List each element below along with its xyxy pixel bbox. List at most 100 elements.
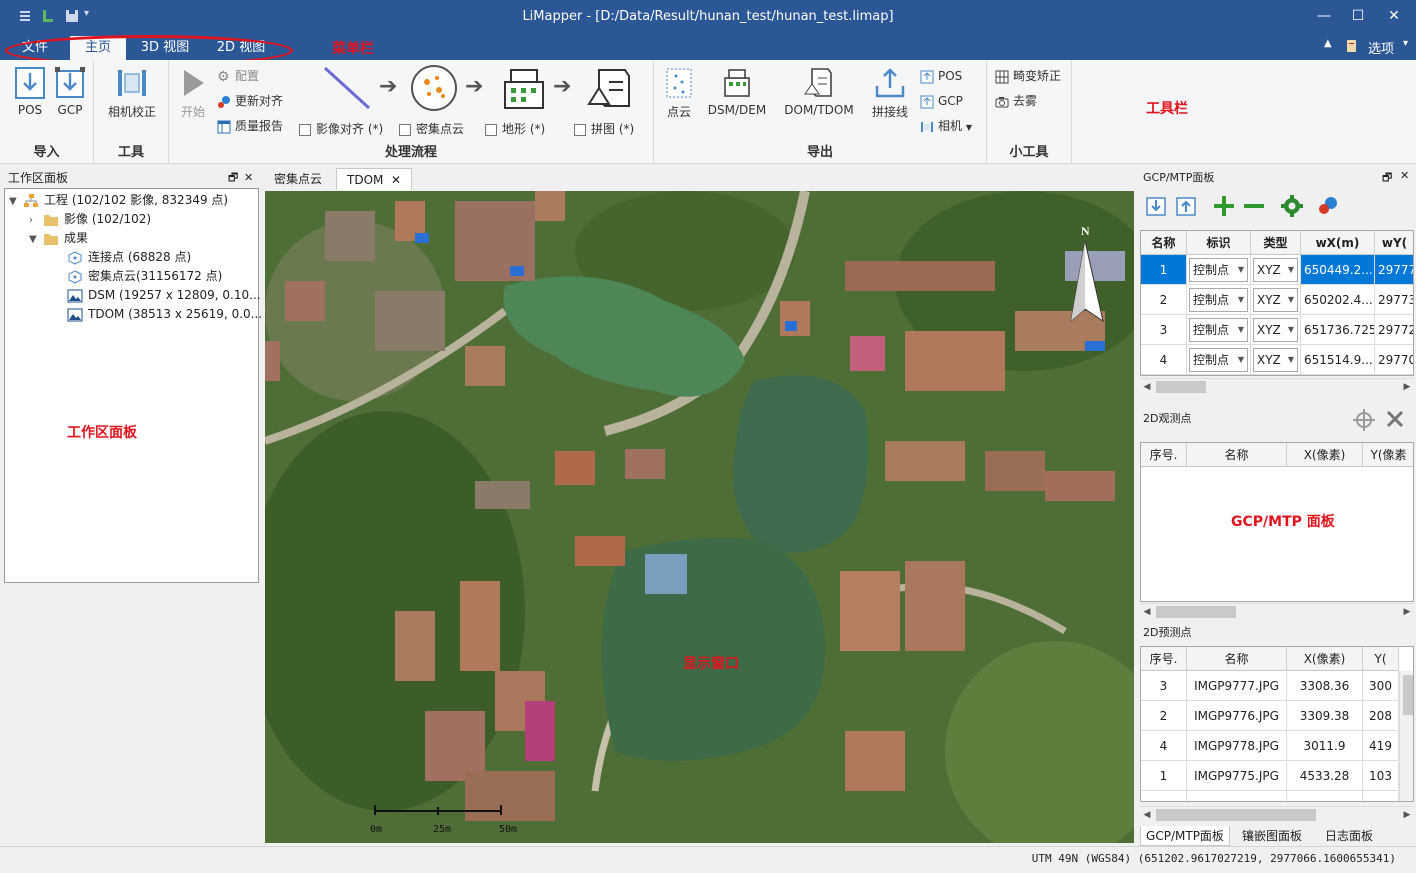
expand-icon[interactable]: › [29, 211, 39, 230]
col-y[interactable]: Y( [1363, 647, 1399, 671]
menu-tab-file[interactable]: 文件 [12, 36, 58, 60]
scroll-thumb[interactable] [1156, 809, 1316, 821]
scroll-left-icon[interactable]: ◀ [1140, 807, 1154, 823]
scroll-thumb[interactable] [1403, 675, 1413, 715]
menu-tab-3d-view[interactable]: 3D 视图 [134, 36, 196, 60]
col-mark[interactable]: 标识 [1187, 231, 1251, 255]
delete-observation-icon[interactable] [1384, 408, 1406, 430]
tab-dense-cloud[interactable]: 密集点云 [264, 168, 332, 190]
step-mosaic-checkbox[interactable]: 拼图 (*) [574, 120, 634, 138]
pred-table-scrollbar[interactable]: ◀ ▶ [1140, 806, 1414, 822]
float-panel-icon[interactable]: 🗗 [1382, 169, 1392, 188]
remove-icon[interactable] [1242, 194, 1266, 218]
link-points-icon[interactable] [1316, 194, 1340, 218]
bottom-tab-mosaic[interactable]: 镶嵌图面板 [1232, 826, 1312, 846]
tree-item-results[interactable]: ▼ 成果 [29, 229, 88, 248]
import-points-icon[interactable] [1144, 194, 1168, 218]
scroll-right-icon[interactable]: ▶ [1400, 379, 1414, 395]
options-dropdown-icon[interactable]: ▾ [1403, 38, 1408, 49]
import-gcp-button[interactable]: GCP [52, 66, 88, 117]
export-seamline-button[interactable]: 拼接线 [868, 66, 912, 120]
scroll-thumb[interactable] [1156, 381, 1206, 393]
export-camera-button[interactable]: 相机 ▼ [920, 117, 972, 135]
tree-item-images[interactable]: › 影像 (102/102) [29, 210, 151, 229]
col-index[interactable]: 序号. [1141, 443, 1187, 467]
collapse-ribbon-icon[interactable]: ▲ [1324, 38, 1332, 49]
type-dropdown[interactable]: XYZ ▼ [1253, 288, 1298, 312]
col-type[interactable]: 类型 [1251, 231, 1301, 255]
export-point-cloud-button[interactable]: 点云 [662, 66, 696, 120]
close-panel-icon[interactable]: ✕ [244, 168, 253, 188]
dehaze-button[interactable]: 去雾 [995, 92, 1037, 110]
mark-dropdown[interactable]: 控制点 ▼ [1189, 318, 1248, 342]
col-wy[interactable]: wY( [1375, 231, 1413, 255]
col-wx[interactable]: wX(m) [1301, 231, 1375, 255]
export-pos-icon [920, 70, 934, 83]
scroll-thumb[interactable] [1156, 606, 1236, 618]
scroll-left-icon[interactable]: ◀ [1140, 604, 1154, 620]
step-image-align-checkbox[interactable]: 影像对齐 (*) [299, 120, 383, 138]
settings-gear-icon[interactable] [1280, 194, 1304, 218]
options-label[interactable]: 选项 [1368, 38, 1394, 57]
type-dropdown[interactable]: XYZ ▼ [1253, 348, 1298, 372]
crosshair-icon[interactable] [1352, 408, 1376, 432]
bottom-tab-gcp-mtp[interactable]: GCP/MTP面板 [1140, 826, 1230, 846]
col-x[interactable]: X(像素) [1287, 443, 1363, 467]
type-dropdown[interactable]: XYZ ▼ [1253, 258, 1298, 282]
step-terrain-checkbox[interactable]: 地形 (*) [485, 120, 545, 138]
col-name[interactable]: 名称 [1187, 647, 1287, 671]
menu-tab-home[interactable]: 主页 [70, 36, 126, 60]
close-window-icon[interactable]: ✕ [1384, 6, 1404, 26]
mark-dropdown[interactable]: 控制点 ▼ [1189, 348, 1248, 372]
minimize-icon[interactable]: — [1314, 6, 1334, 26]
export-pos-button[interactable]: POS [920, 67, 962, 85]
start-button[interactable]: 开始 [175, 66, 211, 120]
mark-dropdown[interactable]: 控制点 ▼ [1189, 288, 1248, 312]
bottom-tab-log[interactable]: 日志面板 [1316, 826, 1382, 846]
tree-label: DSM (19257 x 12809, 0.10... [88, 288, 261, 302]
export-dom-tdom-button[interactable]: DOM/TDOM [778, 66, 860, 117]
scroll-right-icon[interactable]: ▶ [1400, 604, 1414, 620]
export-gcp-button[interactable]: GCP [920, 92, 963, 110]
gcp-panel-annotation: GCP/MTP 面板 [1231, 514, 1335, 530]
map-view[interactable]: N 0m 25m 50m 显示窗口 [265, 191, 1134, 843]
tab-tdom[interactable]: TDOM ✕ [336, 168, 413, 190]
menu-tab-2d-view[interactable]: 2D 视图 [208, 36, 274, 60]
tree-item-dense-cloud[interactable]: 密集点云(31156172 点) [67, 267, 222, 286]
options-icon[interactable] [1345, 39, 1359, 53]
col-name[interactable]: 名称 [1187, 443, 1287, 467]
tree-item-tdom[interactable]: TDOM (38513 x 25619, 0.0... [67, 305, 262, 324]
export-dsm-dem-button[interactable]: DSM/DEM [702, 66, 772, 117]
col-y[interactable]: Y(像素 [1363, 443, 1413, 467]
gcp-table-scrollbar[interactable]: ◀ ▶ [1140, 378, 1414, 394]
distortion-correct-button[interactable]: 畸变矫正 [995, 67, 1061, 85]
expand-icon[interactable]: ▼ [9, 192, 19, 211]
export-points-icon[interactable] [1174, 194, 1198, 218]
col-index[interactable]: 序号. [1141, 647, 1187, 671]
step-dense-cloud-checkbox[interactable]: 密集点云 [399, 120, 464, 138]
add-icon[interactable] [1212, 194, 1236, 218]
start-label: 开始 [180, 105, 205, 119]
import-pos-button[interactable]: POS [12, 66, 48, 117]
tree-item-dsm[interactable]: DSM (19257 x 12809, 0.10... [67, 286, 261, 305]
scroll-right-icon[interactable]: ▶ [1400, 807, 1414, 823]
mark-dropdown[interactable]: 控制点 ▼ [1189, 258, 1248, 282]
close-tab-icon[interactable]: ✕ [391, 173, 401, 187]
col-name[interactable]: 名称 [1141, 231, 1187, 255]
tree-item-project[interactable]: ▼ 工程 (102/102 影像, 832349 点) [9, 191, 228, 210]
quality-report-button[interactable]: 质量报告 [217, 117, 283, 135]
expand-icon[interactable]: ▼ [29, 230, 39, 249]
scroll-left-icon[interactable]: ◀ [1140, 379, 1154, 395]
pred-table-vscroll[interactable] [1399, 671, 1413, 801]
obs-table-scrollbar[interactable]: ◀ ▶ [1140, 603, 1414, 619]
maximize-icon[interactable]: ☐ [1348, 6, 1368, 26]
col-x[interactable]: X(像素) [1287, 647, 1363, 671]
config-label: 配置 [235, 69, 260, 83]
update-align-button[interactable]: 更新对齐 [217, 92, 283, 110]
config-button[interactable]: ⚙ 配置 [217, 67, 259, 85]
camera-calib-button[interactable]: 相机校正 [102, 66, 162, 120]
tree-item-tie-points[interactable]: 连接点 (68828 点) [67, 248, 191, 267]
float-panel-icon[interactable]: 🗗 [228, 168, 238, 188]
type-dropdown[interactable]: XYZ ▼ [1253, 318, 1298, 342]
close-panel-icon[interactable]: ✕ [1400, 169, 1409, 182]
